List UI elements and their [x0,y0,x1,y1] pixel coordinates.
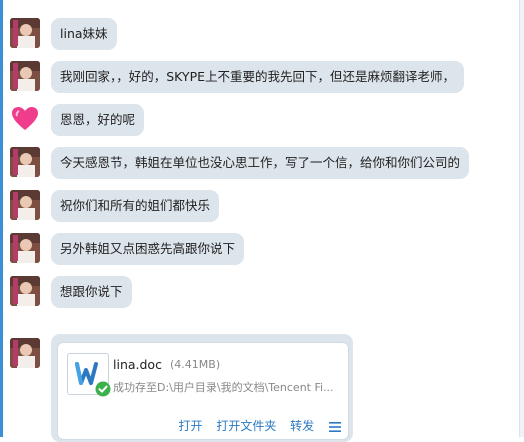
contact-avatar[interactable] [10,190,40,220]
message-bubble[interactable]: 我刚回家，，好的，SKYPE上不重要的我先回下，但还是麻烦翻译老师， [51,61,465,93]
file-actions: 打开 打开文件夹 转发 [168,417,342,434]
file-size: (4.41MB) [170,358,221,371]
scrollbar-track[interactable] [519,0,524,437]
heart-avatar[interactable] [10,104,40,134]
open-file-link[interactable]: 打开 [178,419,202,433]
message-text: 祝你们和所有的姐们都快乐 [60,198,211,213]
open-folder-link[interactable]: 打开文件夹 [216,419,276,433]
contact-avatar[interactable] [10,233,40,263]
file-save-status: 成功存至D:\用户目录\我的文档\Tencent Fi... [113,381,334,394]
message-bubble[interactable]: 恩恩，好的呢 [51,104,145,136]
contact-avatar[interactable] [10,147,40,177]
contact-avatar[interactable] [10,18,40,48]
message-bubble[interactable]: 祝你们和所有的姐们都快乐 [51,190,220,222]
message-bubble[interactable]: 另外韩姐又点困惑先高跟你说下 [51,233,245,265]
menu-icon[interactable] [328,421,342,433]
message-bubble[interactable]: 想跟你说下 [51,276,132,308]
message-text: 我刚回家，，好的，SKYPE上不重要的我先回下，但还是麻烦翻译老师， [60,69,456,84]
message-text: 今天感恩节，韩姐在单位也没心思工作，写了一个信，给你和你们公司的 [60,155,461,170]
message-text: lina妹妹 [60,26,108,41]
message-bubble[interactable]: lina妹妹 [51,18,117,50]
word-document-icon[interactable] [67,353,111,397]
contact-avatar[interactable] [10,338,40,368]
contact-avatar[interactable] [10,61,40,91]
check-icon [95,381,111,397]
message-text: 想跟你说下 [60,284,123,299]
file-name[interactable]: lina.doc [113,357,162,372]
file-transfer-panel: lina.doc (4.41MB) 成功存至D:\用户目录\我的文档\Tence… [57,342,349,440]
file-transfer-card: lina.doc (4.41MB) 成功存至D:\用户目录\我的文档\Tence… [51,334,353,442]
window-left-border [0,0,3,437]
contact-avatar[interactable] [10,276,40,306]
message-bubble[interactable]: 今天感恩节，韩姐在单位也没心思工作，写了一个信，给你和你们公司的 [51,147,470,179]
message-text: 恩恩，好的呢 [60,112,136,127]
message-text: 另外韩姐又点困惑先高跟你说下 [60,241,236,256]
forward-link[interactable]: 转发 [290,419,314,433]
